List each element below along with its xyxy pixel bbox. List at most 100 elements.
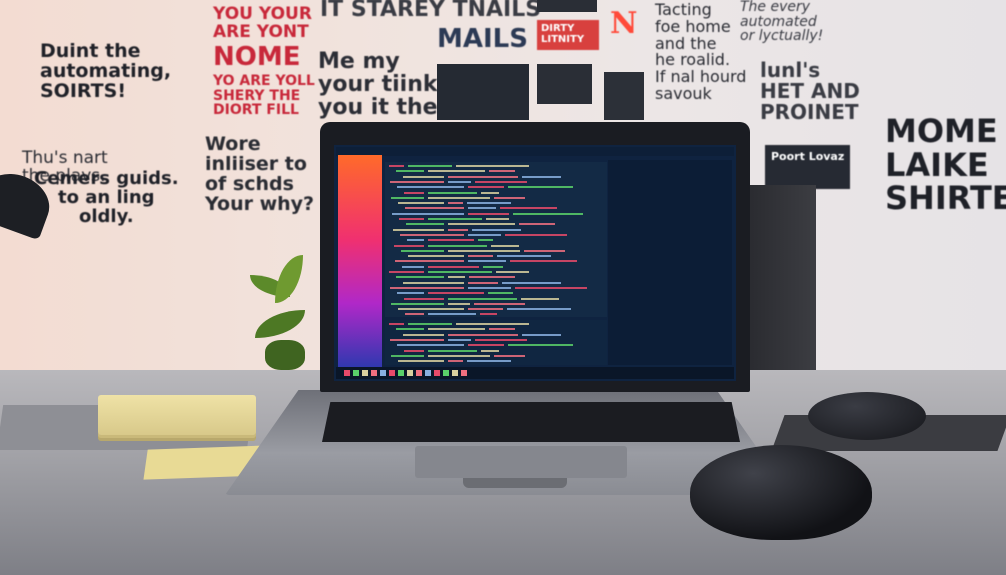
code-line xyxy=(468,255,493,258)
wall-text: Me my your tiink you it the xyxy=(318,49,438,121)
wall-poster xyxy=(604,72,644,120)
code-line xyxy=(496,271,529,273)
touchpad[interactable] xyxy=(415,446,627,478)
taskbar-icon[interactable] xyxy=(434,370,440,376)
code-line xyxy=(448,180,471,183)
taskbar-icon[interactable] xyxy=(407,370,413,376)
code-line xyxy=(428,244,487,247)
code-line xyxy=(406,223,444,226)
code-line xyxy=(497,255,551,258)
code-line xyxy=(489,328,515,331)
code-line xyxy=(397,344,464,347)
speaker-icon xyxy=(748,185,816,372)
code-line xyxy=(428,271,492,273)
taskbar[interactable] xyxy=(336,367,734,379)
mouse-icon[interactable] xyxy=(808,392,926,440)
code-line xyxy=(428,354,490,357)
code-line xyxy=(401,249,444,252)
code-line xyxy=(480,313,497,316)
code-line xyxy=(408,165,452,167)
code-line xyxy=(481,349,499,352)
wall-text: NOME xyxy=(213,42,301,72)
code-line xyxy=(403,281,464,284)
code-line xyxy=(513,212,583,215)
code-line xyxy=(428,313,476,316)
taskbar-icon[interactable] xyxy=(344,370,350,376)
mouse-icon[interactable] xyxy=(690,445,872,540)
code-line xyxy=(456,323,529,325)
wall-text: YOU YOUR ARE YONT xyxy=(213,4,312,42)
taskbar-icon[interactable] xyxy=(461,370,467,376)
code-line xyxy=(428,191,477,194)
code-line xyxy=(391,354,424,357)
code-line xyxy=(398,308,464,311)
wall-text: YO ARE YOLL SHERY THE DIORT FILL xyxy=(213,73,315,119)
code-line xyxy=(404,191,424,194)
code-line xyxy=(521,297,559,300)
wall-text: Wore inliiser to of schds Your why? xyxy=(205,133,315,215)
code-line xyxy=(448,202,463,205)
code-line xyxy=(468,233,501,236)
taskbar-icon[interactable] xyxy=(362,370,368,376)
code-line xyxy=(428,218,482,220)
code-line xyxy=(428,196,490,199)
code-line xyxy=(396,328,424,331)
code-line xyxy=(507,308,571,311)
code-line xyxy=(468,286,511,289)
wall-text: IT STAREY TNAILS xyxy=(320,0,542,22)
keyboard[interactable] xyxy=(322,402,740,442)
code-line xyxy=(403,175,444,178)
laptop-notch xyxy=(463,478,567,488)
wall-text: Tacting foe home and the he roalid. If n… xyxy=(655,0,747,103)
code-line xyxy=(404,349,424,352)
code-line xyxy=(399,218,424,220)
code-line xyxy=(472,228,521,231)
taskbar-icon[interactable] xyxy=(380,370,386,376)
code-line xyxy=(486,218,509,220)
code-line xyxy=(467,202,511,205)
code-line xyxy=(481,191,499,194)
wall-poster xyxy=(537,64,592,104)
taskbar-icon[interactable] xyxy=(398,370,404,376)
code-line xyxy=(390,180,444,183)
code-line xyxy=(404,297,444,300)
sticky-notes-icon xyxy=(98,395,256,435)
code-line xyxy=(448,302,470,305)
code-line xyxy=(407,239,424,242)
taskbar-icon[interactable] xyxy=(416,370,422,376)
code-line xyxy=(448,223,515,226)
code-line xyxy=(474,302,525,305)
code-line xyxy=(468,207,496,210)
code-line xyxy=(468,344,504,347)
taskbar-icon[interactable] xyxy=(353,370,359,376)
code-line xyxy=(448,338,471,341)
code-line xyxy=(475,180,527,183)
code-line xyxy=(468,281,498,284)
taskbar-icon[interactable] xyxy=(443,370,449,376)
taskbar-icon[interactable] xyxy=(425,370,431,376)
code-line xyxy=(524,249,565,252)
terminal-panel[interactable] xyxy=(385,320,607,365)
code-line xyxy=(475,338,527,341)
wall-sign: Poort Lovaz xyxy=(765,145,850,189)
code-line xyxy=(389,323,404,325)
code-line xyxy=(448,297,517,300)
menu-bar[interactable] xyxy=(336,147,734,156)
code-line xyxy=(494,196,525,199)
code-line xyxy=(448,175,518,178)
code-line xyxy=(483,265,503,268)
code-line xyxy=(398,360,444,363)
code-line xyxy=(391,196,424,199)
code-line xyxy=(456,165,529,167)
code-editor[interactable] xyxy=(385,162,607,317)
code-line xyxy=(428,292,484,295)
code-line xyxy=(448,249,520,252)
code-line xyxy=(448,228,468,231)
wall-text: The every automated or lyctually! xyxy=(740,0,824,45)
code-line xyxy=(448,276,465,279)
taskbar-icon[interactable] xyxy=(452,370,458,376)
code-line xyxy=(389,271,424,273)
taskbar-icon[interactable] xyxy=(371,370,377,376)
taskbar-icon[interactable] xyxy=(389,370,395,376)
side-panel xyxy=(608,160,732,365)
